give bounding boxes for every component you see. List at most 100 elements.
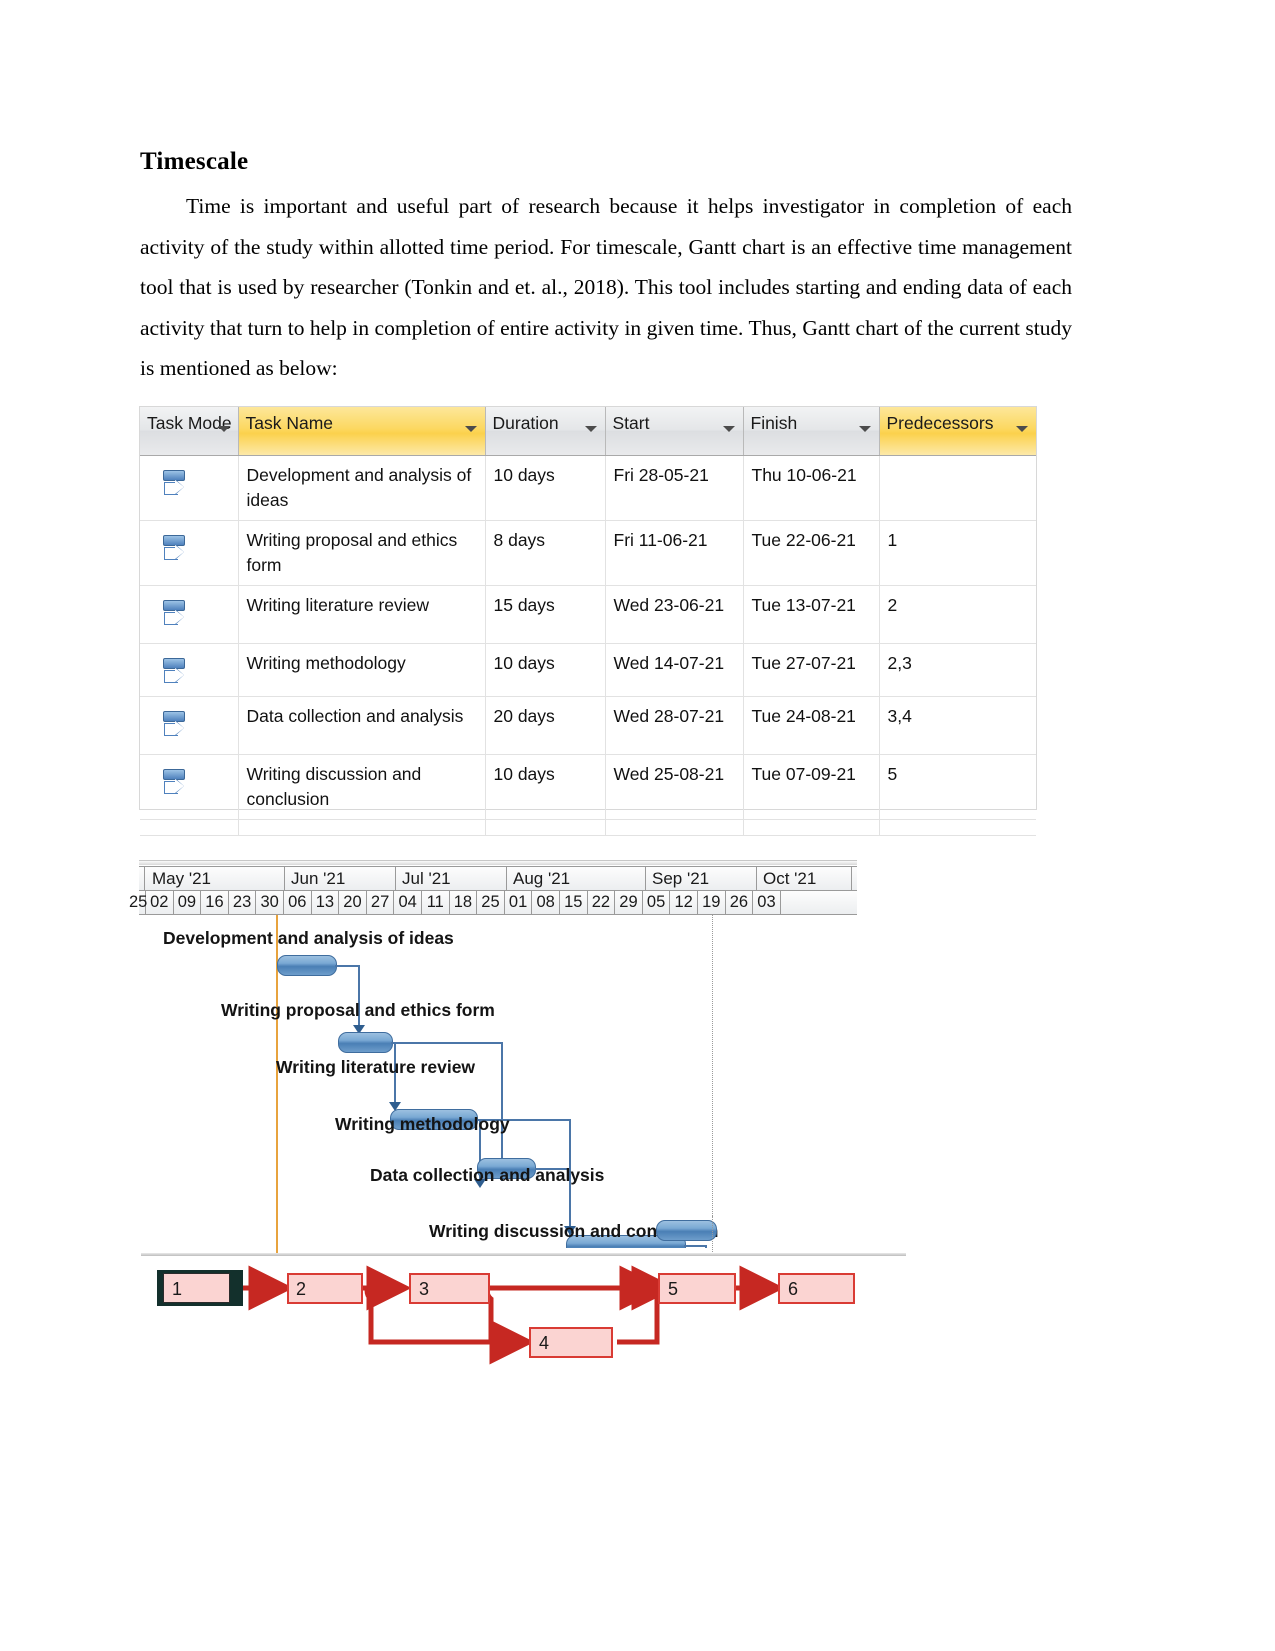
auto-schedule-icon [162, 711, 188, 741]
gantt-week-tick: 15 [560, 891, 588, 914]
cell-task-mode[interactable] [140, 754, 239, 820]
cell-start[interactable]: Wed 28-07-21 [605, 696, 744, 755]
gantt-week-tick: 09 [174, 891, 202, 914]
gantt-week-tick: 25 [129, 891, 147, 914]
cell-duration[interactable] [485, 819, 606, 836]
cell-predecessors[interactable] [879, 819, 1036, 836]
gantt-month-partial [139, 867, 145, 890]
cell-predecessors[interactable] [879, 455, 1036, 521]
column-header-start[interactable]: Start [605, 407, 744, 456]
column-header-task-name[interactable]: Task Name [238, 407, 486, 456]
gantt-week-tick: 01 [505, 891, 533, 914]
auto-schedule-icon [162, 658, 188, 688]
cell-duration[interactable]: 15 days [485, 585, 606, 644]
task-table: Task Mode Task Name Duration Start Finis… [140, 407, 1036, 836]
chevron-down-icon[interactable] [584, 426, 597, 432]
cell-task-name[interactable]: Development and analysis of ideas [238, 455, 486, 521]
gantt-bar-label: Writing literature review [276, 1057, 476, 1077]
body-paragraph: Time is important and useful part of res… [140, 194, 1072, 380]
network-node-label: 5 [668, 1279, 679, 1299]
gantt-week-tick: 03 [753, 891, 781, 914]
cell-start[interactable] [605, 819, 744, 836]
cell-finish[interactable] [743, 819, 880, 836]
cell-predecessors[interactable]: 3,4 [879, 696, 1036, 755]
table-row[interactable]: Writing proposal and ethics form 8 days … [140, 520, 1036, 586]
gantt-bar[interactable] [656, 1220, 717, 1241]
network-diagram: 1 2 3 4 5 6 [139, 1253, 919, 1378]
cell-task-name[interactable]: Writing methodology [238, 643, 486, 697]
gantt-bar-label: Writing proposal and ethics form [221, 1000, 495, 1020]
cell-duration[interactable]: 20 days [485, 696, 606, 755]
gantt-week-tick: 27 [367, 891, 395, 914]
cell-predecessors[interactable]: 1 [879, 520, 1036, 586]
cell-finish[interactable]: Thu 10-06-21 [743, 455, 880, 521]
table-row[interactable]: Data collection and analysis 20 days Wed… [140, 696, 1036, 755]
cell-task-name[interactable]: Writing proposal and ethics form [238, 520, 486, 586]
cell-task-mode[interactable] [140, 643, 239, 697]
cell-task-mode[interactable] [140, 819, 239, 836]
column-header-label: Task Name [245, 413, 334, 433]
gantt-last-bar-area [139, 1216, 857, 1256]
cell-start[interactable]: Wed 25-08-21 [605, 754, 744, 820]
column-header-task-mode[interactable]: Task Mode [140, 407, 239, 456]
cell-finish[interactable]: Tue 27-07-21 [743, 643, 880, 697]
gantt-week-header: 25 02 09 16 23 30 06 13 20 27 04 11 18 2… [129, 891, 857, 915]
cell-task-name[interactable]: Writing literature review [238, 585, 486, 644]
chevron-down-icon[interactable] [858, 426, 871, 432]
column-header-finish[interactable]: Finish [743, 407, 880, 456]
column-header-duration[interactable]: Duration [485, 407, 606, 456]
chevron-down-icon[interactable] [464, 426, 477, 432]
gantt-week-tick: 16 [201, 891, 229, 914]
cell-task-mode[interactable] [140, 696, 239, 755]
gantt-week-tick: 13 [312, 891, 340, 914]
gantt-week-tick: 20 [339, 891, 367, 914]
table-row[interactable]: Writing methodology 10 days Wed 14-07-21… [140, 643, 1036, 697]
cell-start[interactable]: Wed 23-06-21 [605, 585, 744, 644]
cell-task-mode[interactable] [140, 455, 239, 521]
network-node-label: 2 [296, 1279, 307, 1299]
gantt-bar[interactable] [338, 1032, 393, 1053]
cell-predecessors[interactable]: 2,3 [879, 643, 1036, 697]
table-row[interactable]: Development and analysis of ideas 10 day… [140, 455, 1036, 521]
cell-task-mode[interactable] [140, 520, 239, 586]
gantt-month: May '21 [146, 867, 285, 890]
gantt-bar-label: Development and analysis of ideas [163, 928, 454, 948]
cell-task-mode[interactable] [140, 585, 239, 644]
cell-task-name[interactable]: Writing discussion and conclusion [238, 754, 486, 820]
cell-finish[interactable]: Tue 07-09-21 [743, 754, 880, 820]
gantt-week-tick: 26 [726, 891, 754, 914]
gantt-month: Jun '21 [285, 867, 396, 890]
task-table-body: Development and analysis of ideas 10 day… [140, 455, 1036, 836]
gantt-bar[interactable] [277, 955, 337, 976]
gantt-week-tick: 30 [256, 891, 284, 914]
cell-start[interactable]: Fri 11-06-21 [605, 520, 744, 586]
chevron-down-icon[interactable] [217, 426, 230, 432]
table-row[interactable]: Writing literature review 15 days Wed 23… [140, 585, 1036, 644]
gantt-bar-label: Data collection and analysis [370, 1165, 605, 1185]
chevron-down-icon[interactable] [722, 426, 735, 432]
gantt-month: Jul '21 [396, 867, 507, 890]
gantt-week-tick: 08 [532, 891, 560, 914]
document-page: Timescale Time is important and useful p… [0, 0, 1275, 1651]
cell-task-name[interactable]: Data collection and analysis [238, 696, 486, 755]
cell-finish[interactable]: Tue 24-08-21 [743, 696, 880, 755]
network-node-label: 6 [788, 1279, 799, 1299]
chevron-down-icon[interactable] [1016, 426, 1028, 432]
cell-start[interactable]: Wed 14-07-21 [605, 643, 744, 697]
gantt-week-tick: 05 [643, 891, 671, 914]
cell-finish[interactable]: Tue 22-06-21 [743, 520, 880, 586]
gantt-week-tick: 23 [229, 891, 257, 914]
cell-predecessors[interactable]: 2 [879, 585, 1036, 644]
auto-schedule-icon [162, 535, 188, 565]
cell-duration[interactable]: 10 days [485, 455, 606, 521]
cell-predecessors[interactable]: 5 [879, 754, 1036, 820]
cell-start[interactable]: Fri 28-05-21 [605, 455, 744, 521]
cell-duration[interactable]: 10 days [485, 754, 606, 820]
cell-duration[interactable]: 8 days [485, 520, 606, 586]
cell-duration[interactable]: 10 days [485, 643, 606, 697]
cell-task-name[interactable] [238, 819, 486, 836]
cell-finish[interactable]: Tue 13-07-21 [743, 585, 880, 644]
table-row[interactable]: Writing discussion and conclusion 10 day… [140, 754, 1036, 820]
column-header-predecessors[interactable]: Predecessors [879, 407, 1036, 456]
table-row-empty[interactable] [140, 819, 1036, 836]
